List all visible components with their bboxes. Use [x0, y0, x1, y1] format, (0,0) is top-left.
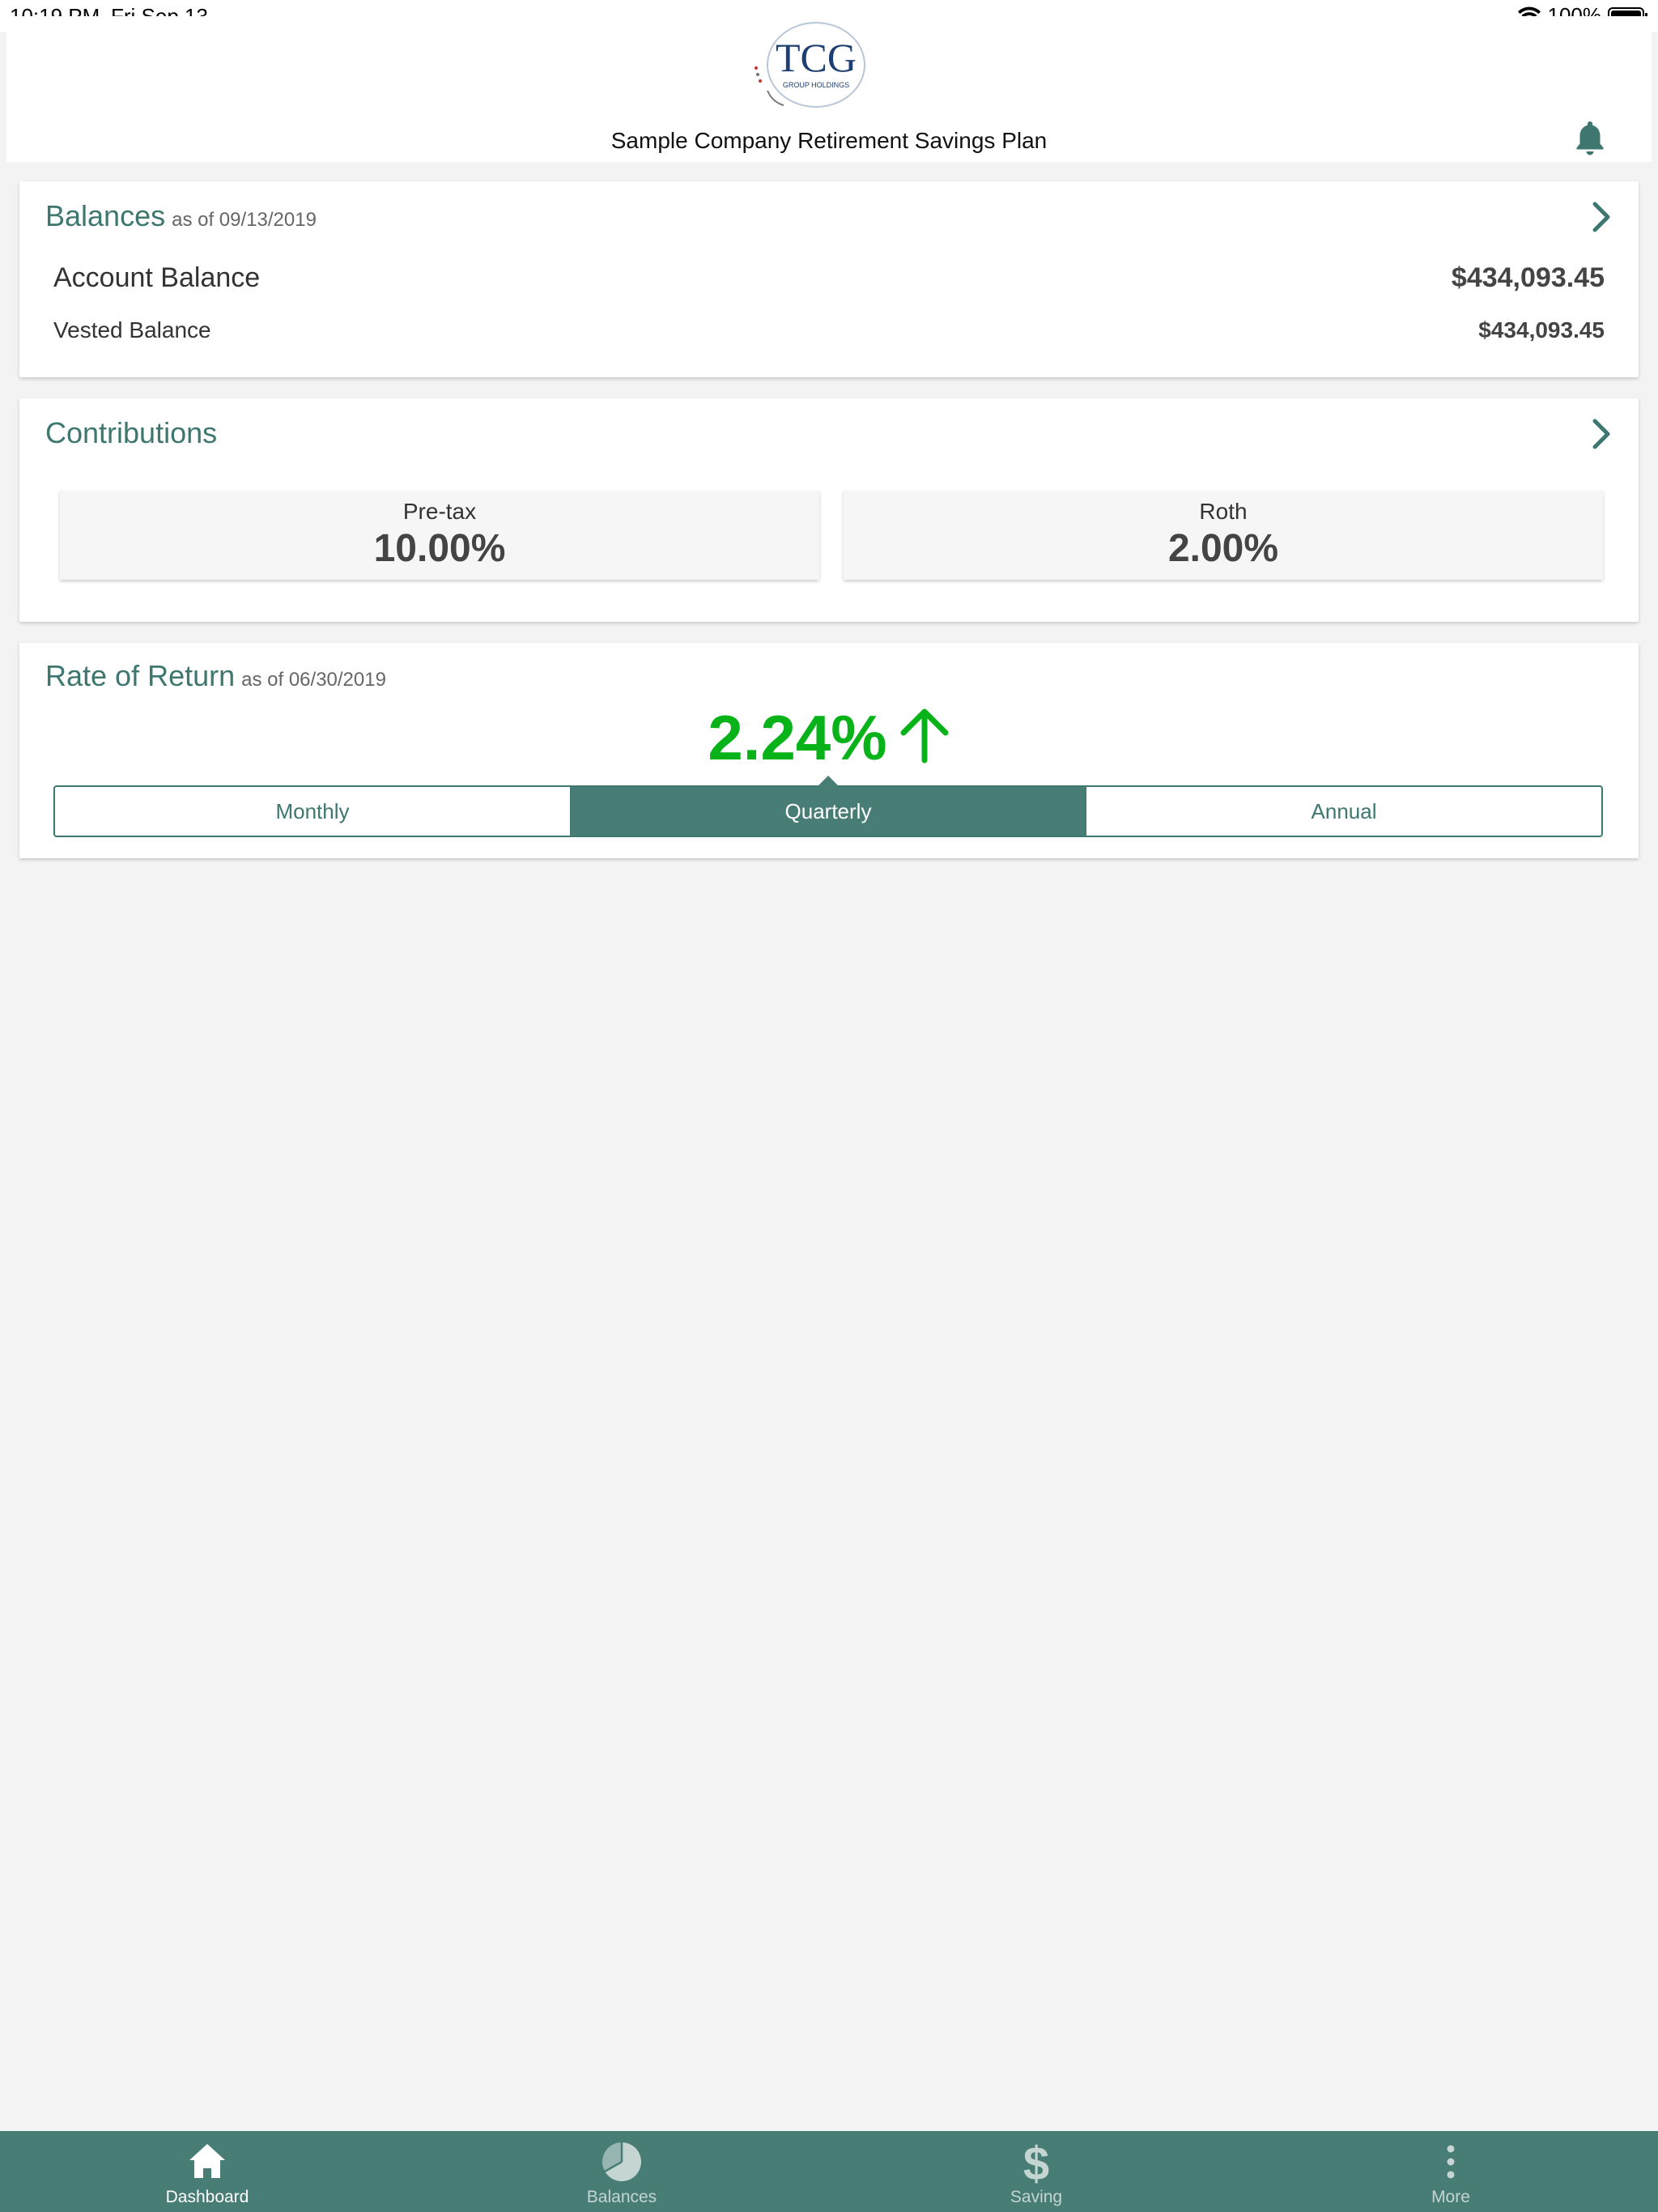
- tab-label: Dashboard: [165, 2188, 249, 2206]
- balances-title: Balances: [45, 199, 166, 232]
- tab-label: More: [1431, 2188, 1470, 2206]
- more-vertical-icon: [1447, 2145, 1455, 2179]
- contribution-value: 2.00%: [1167, 527, 1279, 570]
- contributions-card[interactable]: Contributions Pre-tax 10.00% Roth 2.00%: [19, 398, 1639, 622]
- ror-value: 2.24%: [708, 702, 887, 773]
- contribution-pretax-box: Pre-tax 10.00%: [60, 491, 819, 580]
- account-balance-value: $434,093.45: [1451, 262, 1605, 293]
- tab-dashboard[interactable]: Dashboard: [0, 2131, 414, 2212]
- tab-balances[interactable]: Balances: [414, 2131, 829, 2212]
- bell-icon[interactable]: [1574, 118, 1606, 157]
- rate-of-return-card: Rate of Return as of 06/30/2019 2.24% Mon…: [19, 643, 1639, 858]
- account-balance-label: Account Balance: [53, 262, 261, 293]
- account-balance-row: Account Balance $434,093.45: [53, 262, 1605, 294]
- tab-more[interactable]: More: [1244, 2131, 1658, 2212]
- period-label: Annual: [1311, 798, 1377, 823]
- contributions-title: Contributions: [45, 416, 218, 449]
- tab-label: Balances: [586, 2188, 657, 2206]
- ror-heading: Rate of Return as of 06/30/2019: [45, 659, 386, 693]
- period-selector: Monthly Quarterly Annual: [53, 776, 1603, 837]
- period-label: Monthly: [275, 798, 350, 823]
- balances-card[interactable]: Balances as of 09/13/2019 Account Balance…: [19, 181, 1639, 377]
- tab-saving[interactable]: $ Saving: [829, 2131, 1244, 2212]
- pie-chart-icon: [602, 2142, 641, 2181]
- selected-indicator: [817, 776, 840, 787]
- contribution-value: 10.00%: [373, 527, 506, 570]
- contribution-label: Pre-tax: [402, 499, 477, 524]
- plan-name: Sample Company Retirement Savings Plan: [610, 128, 1048, 153]
- ror-value-display: 2.24%: [19, 701, 1639, 775]
- arrow-up-icon: [900, 708, 949, 764]
- tab-label: Saving: [1010, 2188, 1063, 2206]
- company-logo: TCG GROUP HOLDINGS: [755, 22, 865, 108]
- balances-as-of: as of 09/13/2019: [172, 209, 317, 231]
- period-monthly-button[interactable]: Monthly: [55, 787, 570, 836]
- vested-balance-row: Vested Balance $434,093.45: [53, 317, 1605, 343]
- home-icon: [189, 2144, 225, 2178]
- period-quarterly-button[interactable]: Quarterly: [570, 776, 1086, 836]
- period-label: Quarterly: [784, 798, 872, 823]
- period-annual-button[interactable]: Annual: [1086, 787, 1601, 836]
- balances-heading: Balances as of 09/13/2019: [45, 199, 317, 233]
- bottom-tab-bar: Dashboard Balances $ Saving More: [0, 2131, 1658, 2212]
- chevron-right-icon[interactable]: [1587, 416, 1616, 452]
- chevron-right-icon[interactable]: [1587, 199, 1616, 235]
- vested-balance-label: Vested Balance: [53, 317, 211, 342]
- logo-text: TCG: [776, 35, 857, 80]
- vested-balance-value: $434,093.45: [1478, 317, 1605, 342]
- ror-title: Rate of Return: [45, 659, 236, 692]
- contribution-roth-box: Roth 2.00%: [844, 491, 1603, 580]
- ror-as-of: as of 06/30/2019: [241, 669, 386, 691]
- contribution-label: Roth: [1199, 499, 1248, 524]
- svg-text:$: $: [1023, 2139, 1049, 2184]
- logo-subtext: GROUP HOLDINGS: [783, 81, 849, 89]
- dollar-icon: $: [1023, 2139, 1049, 2184]
- app-header: TCG GROUP HOLDINGS Sample Company Retire…: [6, 16, 1652, 162]
